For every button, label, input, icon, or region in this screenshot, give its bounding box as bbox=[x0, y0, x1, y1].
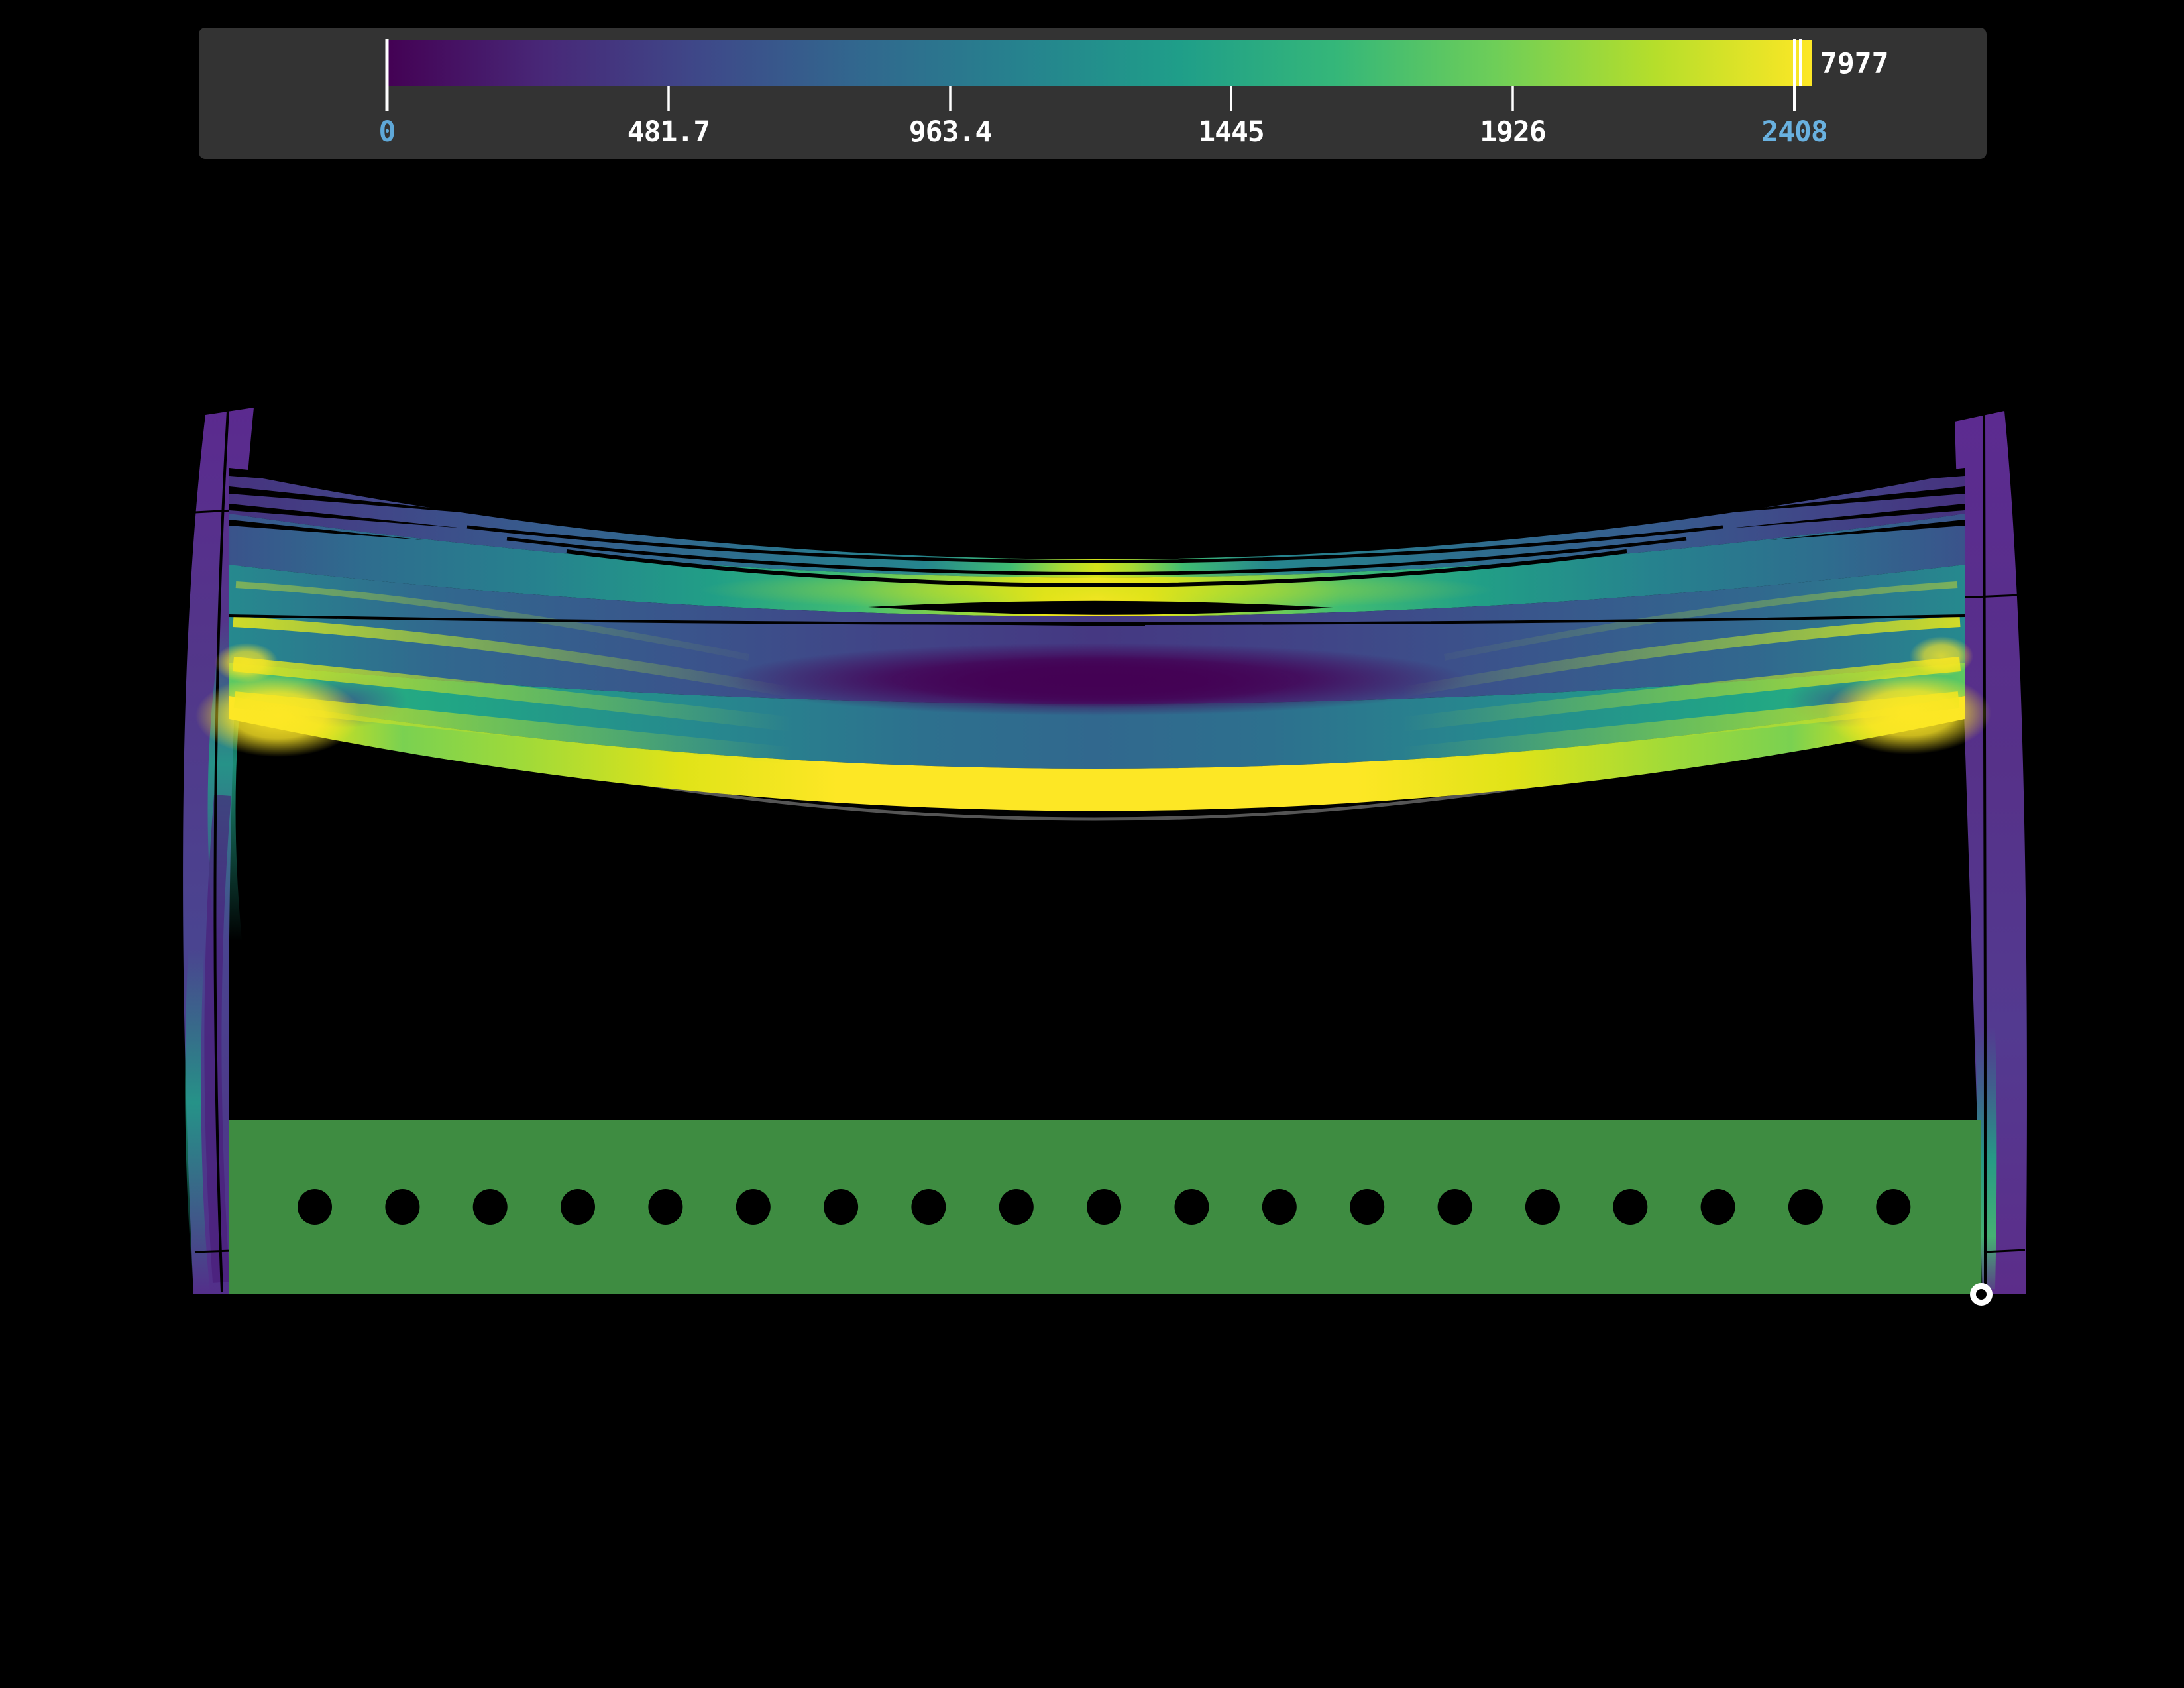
bolt-hole bbox=[1701, 1189, 1735, 1225]
bolt-hole bbox=[736, 1189, 771, 1225]
bolt-hole bbox=[385, 1189, 419, 1225]
bolt-hole bbox=[561, 1189, 595, 1225]
application-viewport: 0 481.7 963.4 1445 1926 2408 7977 bbox=[0, 0, 2184, 1688]
left-support-foot-line bbox=[195, 1251, 232, 1252]
tick-label: 1445 bbox=[1198, 115, 1264, 148]
bolt-hole bbox=[911, 1189, 946, 1225]
bolt-hole bbox=[824, 1189, 858, 1225]
tick-label: 1926 bbox=[1480, 115, 1546, 148]
left-support-teal-edge bbox=[193, 948, 202, 1292]
bolt-hole bbox=[1350, 1189, 1384, 1225]
bolt-hole bbox=[1262, 1189, 1297, 1225]
range-min-label[interactable]: 0 bbox=[379, 115, 396, 148]
bolt-hole bbox=[473, 1189, 508, 1225]
above-range-max-annotation: 7977 bbox=[1820, 47, 1889, 80]
right-support-seam-line bbox=[1984, 414, 1985, 1292]
range-max-label[interactable]: 2408 bbox=[1761, 115, 1828, 148]
point-marker-widget[interactable] bbox=[1973, 1286, 1990, 1303]
bolt-hole bbox=[298, 1189, 332, 1225]
tick-label: 963.4 bbox=[909, 115, 991, 148]
bolt-hole bbox=[1175, 1189, 1209, 1225]
render-viewport[interactable]: 0 481.7 963.4 1445 1926 2408 7977 bbox=[0, 0, 2184, 1688]
color-legend-gradient-bar[interactable] bbox=[387, 40, 1812, 86]
bolt-hole bbox=[1438, 1189, 1472, 1225]
beam-neutral-axis-core bbox=[898, 655, 1295, 708]
bolt-hole bbox=[648, 1189, 682, 1225]
bolt-hole bbox=[1525, 1189, 1560, 1225]
bolt-hole bbox=[1613, 1189, 1647, 1225]
bolt-hole bbox=[1087, 1189, 1121, 1225]
base-block[interactable] bbox=[229, 1120, 1981, 1294]
bolt-hole bbox=[1788, 1189, 1823, 1225]
bolt-hole bbox=[999, 1189, 1034, 1225]
simulation-scene[interactable] bbox=[183, 408, 2027, 1303]
bolt-hole bbox=[1876, 1189, 1910, 1225]
deformed-beam[interactable] bbox=[195, 468, 1991, 811]
color-legend[interactable]: 0 481.7 963.4 1445 1926 2408 7977 bbox=[199, 28, 1987, 159]
tick-label: 481.7 bbox=[628, 115, 710, 148]
